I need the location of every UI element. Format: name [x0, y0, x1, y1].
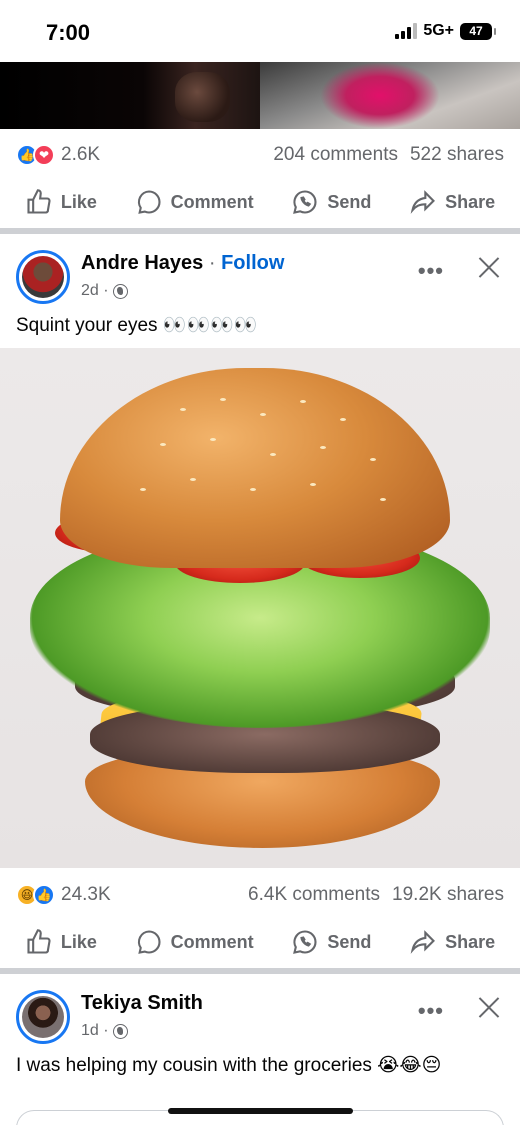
comment-count[interactable]: 6.4K comments [248, 884, 380, 906]
post-action-bar: Like Comment Send Share [0, 917, 520, 967]
share-button[interactable]: Share [409, 928, 495, 956]
like-label: Like [60, 191, 97, 212]
network-type: 5G+ [423, 22, 454, 39]
reaction-count: 2.6K [61, 144, 101, 165]
reaction-count: 24.3K [61, 884, 111, 905]
more-options-icon[interactable]: ••• [418, 998, 444, 1024]
comment-button[interactable]: Comment [135, 188, 254, 216]
love-icon: ❤ [33, 144, 55, 166]
send-label: Send [327, 191, 372, 212]
previous-post-media[interactable] [0, 62, 520, 129]
comment-button[interactable]: Comment [135, 928, 254, 956]
post-text: Squint your eyes 👀👀👀👀 [16, 315, 258, 336]
author-name[interactable]: Tekiya Smith [81, 992, 203, 1014]
more-options-icon[interactable]: ••• [418, 258, 444, 284]
separator: · [208, 252, 216, 274]
share-count[interactable]: 522 shares [410, 144, 504, 166]
post-header: Andre Hayes · Follow 2d · ••• [0, 250, 520, 312]
follow-button[interactable]: Follow [221, 252, 284, 274]
post-text: I was helping my cousin with the groceri… [16, 1055, 442, 1076]
like-button[interactable]: Like [25, 928, 97, 956]
send-button[interactable]: Send [291, 928, 371, 956]
comment-bubble-icon [137, 190, 161, 214]
close-icon[interactable] [476, 994, 502, 1020]
reaction-summary[interactable]: 😆 👍 24.3K [16, 884, 111, 906]
home-indicator[interactable] [168, 1108, 353, 1114]
share-button[interactable]: Share [409, 188, 495, 216]
like-button[interactable]: Like [25, 188, 97, 216]
whatsapp-icon [293, 190, 317, 214]
previous-post-reactions: 👍 ❤ 2.6K 204 comments 522 shares [16, 140, 504, 170]
post-meta: 2d · [81, 282, 128, 300]
author-name[interactable]: Andre Hayes [81, 252, 203, 274]
avatar[interactable] [16, 990, 70, 1044]
share-count[interactable]: 19.2K shares [392, 884, 504, 906]
status-bar: 7:00 5G+ 47 [0, 0, 520, 62]
comment-label: Comment [170, 191, 254, 212]
post-time[interactable]: 2d · [81, 282, 109, 300]
previous-post-action-bar: Like Comment Send Share [0, 177, 520, 227]
post-divider [0, 228, 520, 234]
share-arrow-icon [410, 930, 436, 954]
signal-icon [395, 23, 418, 39]
profile-photo [22, 996, 64, 1038]
like-icon: 👍 [33, 884, 55, 906]
burger-top-bun [60, 368, 450, 568]
status-time: 7:00 [46, 20, 91, 45]
share-label: Share [445, 931, 496, 952]
thumbs-up-icon [27, 189, 51, 214]
battery-icon: 47 [460, 22, 496, 40]
video-frame-right [260, 62, 520, 129]
status-indicators: 5G+ 47 [395, 22, 496, 40]
reaction-summary[interactable]: 👍 ❤ 2.6K [16, 144, 100, 166]
post-time[interactable]: 1d · [81, 1022, 109, 1040]
share-label: Share [445, 191, 496, 212]
profile-photo [22, 256, 64, 298]
comment-label: Comment [170, 931, 254, 952]
send-button[interactable]: Send [291, 188, 371, 216]
share-arrow-icon [410, 190, 436, 214]
post-reactions: 😆 👍 24.3K 6.4K comments 19.2K shares [16, 880, 504, 910]
post-meta: 1d · [81, 1022, 128, 1040]
post-image[interactable] [0, 348, 520, 868]
avatar[interactable] [16, 250, 70, 304]
send-label: Send [327, 931, 372, 952]
thumbs-up-icon [27, 929, 51, 954]
whatsapp-icon [293, 930, 317, 954]
globe-icon [112, 283, 128, 299]
like-label: Like [60, 931, 97, 952]
post-header: Tekiya Smith 1d · ••• [0, 990, 520, 1052]
comment-bubble-icon [137, 930, 161, 954]
post-divider [0, 968, 520, 974]
video-frame-left [0, 62, 260, 129]
comment-count[interactable]: 204 comments [273, 144, 398, 166]
globe-icon [112, 1023, 128, 1039]
close-icon[interactable] [476, 254, 502, 280]
